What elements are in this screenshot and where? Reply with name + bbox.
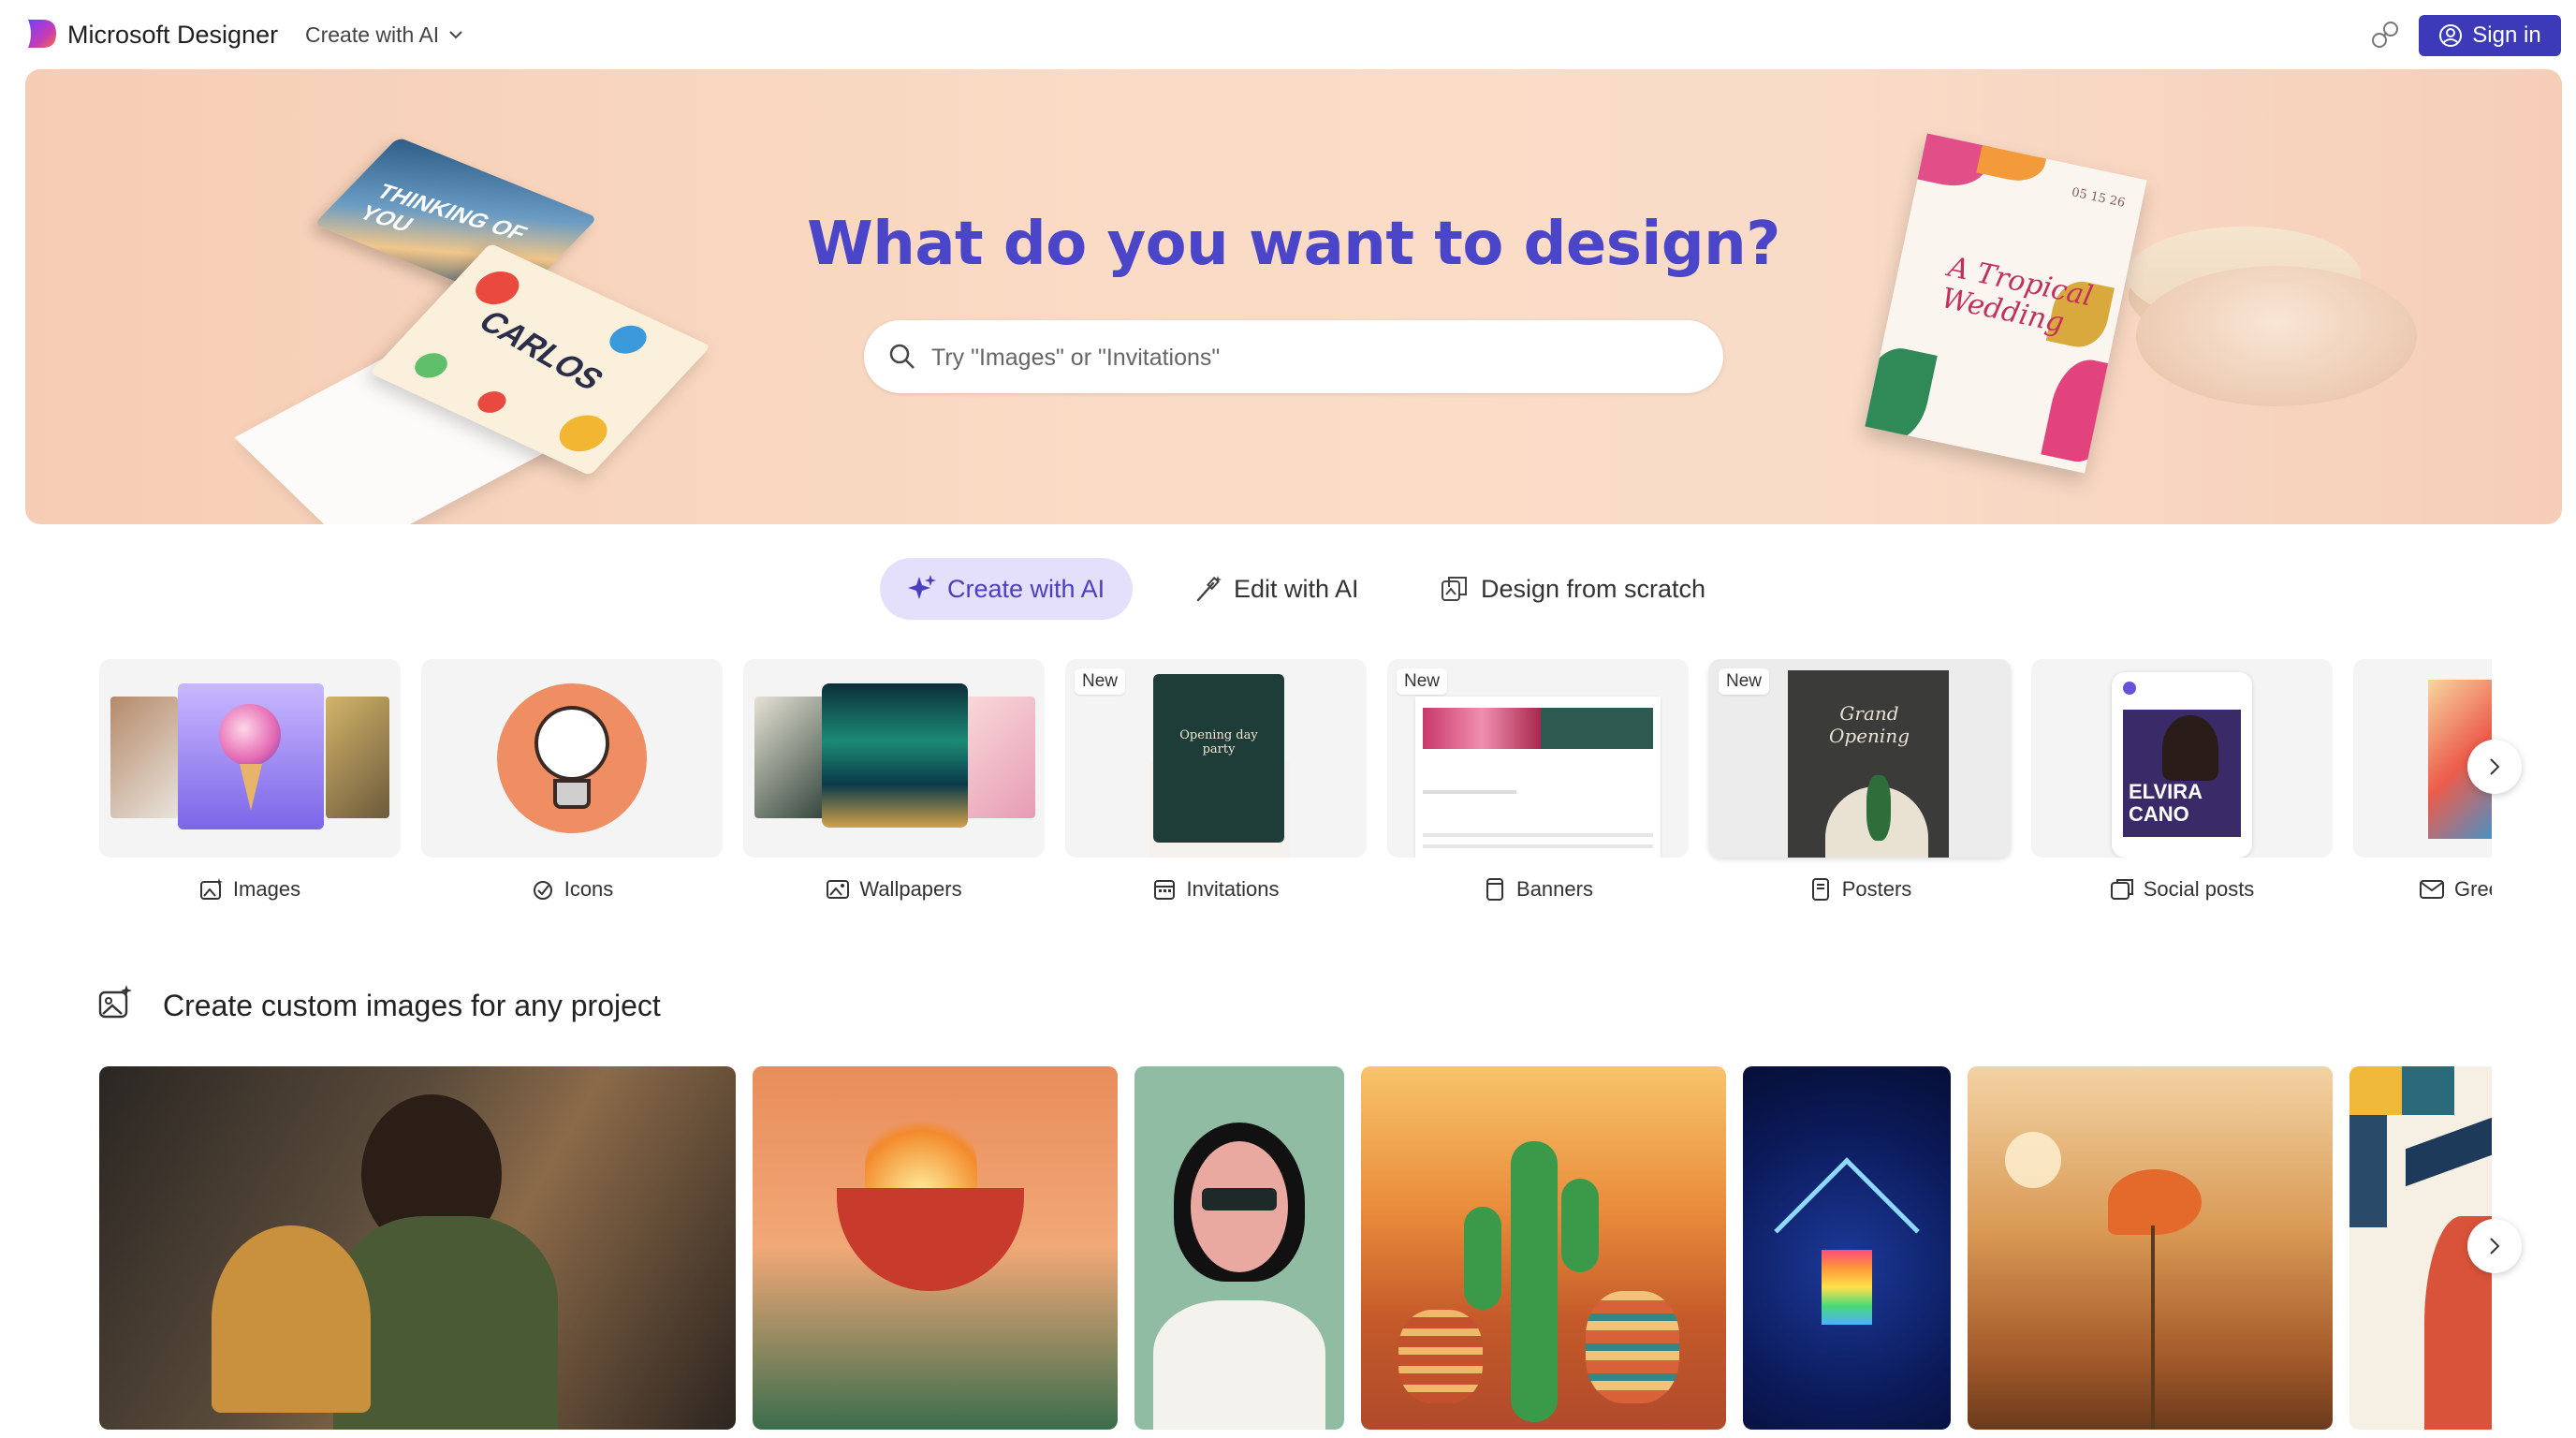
tab-label: Design from scratch [1481, 574, 1706, 603]
search-bar[interactable] [864, 320, 1723, 393]
gallery-image-poppy[interactable] [1968, 1066, 2333, 1430]
magic-wand-icon [1196, 576, 1222, 602]
connect-icon[interactable] [2366, 17, 2404, 52]
tab-label: Create with AI [947, 574, 1105, 603]
category-label-text: Icons [564, 877, 614, 901]
pedestal-illustration [2136, 266, 2417, 406]
category-greeting-cards[interactable]: Gree [2353, 659, 2492, 908]
calendar-icon [1154, 880, 1176, 900]
category-wallpapers[interactable]: Wallpapers [743, 659, 1045, 908]
mail-icon [2420, 880, 2444, 899]
poster-thumb-text: Grand Opening [1829, 702, 1910, 747]
social-post-icon [2110, 879, 2133, 900]
category-posters[interactable]: Grand Opening New Posters [1709, 659, 2011, 908]
sign-in-label: Sign in [2472, 22, 2541, 48]
chevron-right-icon [2490, 1238, 2500, 1255]
category-label-text: Banners [1516, 877, 1593, 901]
category-thumbnail [421, 659, 723, 858]
category-banners[interactable]: New Banners [1387, 659, 1689, 908]
category-label-text: Invitations [1186, 877, 1280, 901]
gallery-image-grill[interactable] [753, 1066, 1118, 1430]
gallery-image-cactus[interactable] [1361, 1066, 1726, 1430]
image-gallery [99, 1066, 2492, 1431]
mode-dropdown[interactable]: Create with AI [305, 19, 463, 51]
sign-in-button[interactable]: Sign in [2419, 15, 2561, 56]
category-thumbnail: New [1387, 659, 1689, 858]
category-label: Images [99, 871, 401, 908]
new-badge: New [1719, 668, 1770, 695]
category-images[interactable]: Images [99, 659, 401, 908]
search-input[interactable] [929, 330, 1701, 386]
category-icons[interactable]: Icons [421, 659, 723, 908]
image-sparkle-icon [98, 985, 132, 1019]
hero-banner: THINKING OF YOU CARLOS What do you want … [25, 69, 2562, 524]
section-title: Create custom images for any project [163, 989, 661, 1022]
category-social-posts[interactable]: ELVIRA CANO Social posts [2031, 659, 2333, 908]
social-thumb-text: ELVIRA CANO [2129, 780, 2203, 826]
new-badge: New [1075, 668, 1126, 695]
category-label: Wallpapers [743, 871, 1045, 908]
chevron-down-icon [449, 31, 462, 39]
category-label-text: Gree [2454, 877, 2492, 901]
tab-design-from-scratch[interactable]: Design from scratch [1412, 558, 1734, 620]
card2-text: CARLOS [470, 304, 612, 397]
top-bar: Microsoft Designer Create with AI Sign i… [0, 0, 2576, 69]
category-carousel: Images Icons Wallpapers Opening day part… [99, 659, 2492, 914]
category-thumbnail: ELVIRA CANO [2031, 659, 2333, 858]
category-label: Posters [1709, 871, 2011, 908]
invite-title-text: A Tropical Wedding [1939, 250, 2096, 340]
design-icon [1442, 577, 1467, 601]
user-icon [2439, 24, 2463, 47]
designer-logo-icon[interactable] [24, 18, 58, 50]
app-title[interactable]: Microsoft Designer [67, 19, 278, 51]
category-carousel-next-button[interactable] [2467, 740, 2522, 794]
icon-shape-icon [533, 881, 552, 900]
category-label-text: Images [232, 877, 301, 901]
tab-edit-with-ai[interactable]: Edit with AI [1164, 558, 1387, 620]
category-thumbnail [743, 659, 1045, 858]
new-badge: New [1397, 668, 1448, 695]
category-label: Social posts [2031, 871, 2333, 908]
banner-icon [1486, 878, 1504, 901]
image-icon [199, 878, 223, 900]
sparkle-icon [908, 575, 936, 599]
category-label: Invitations [1065, 871, 1367, 908]
invite-date-text: 05 15 26 [2070, 185, 2127, 211]
mode-dropdown-label: Create with AI [305, 22, 440, 47]
category-invitations[interactable]: Opening day party New Invitations [1065, 659, 1367, 908]
gallery-next-button[interactable] [2467, 1219, 2522, 1273]
category-label: Gree [2353, 871, 2492, 908]
gallery-image-portrait[interactable] [1134, 1066, 1344, 1430]
category-label-text: Wallpapers [859, 877, 962, 901]
chevron-right-icon [2490, 758, 2500, 775]
category-label-text: Posters [1841, 877, 1912, 901]
poster-icon [1811, 878, 1829, 901]
category-label: Icons [421, 871, 723, 908]
category-thumbnail: Opening day party New [1065, 659, 1367, 858]
tab-create-with-ai[interactable]: Create with AI [880, 558, 1134, 620]
wallpaper-icon [827, 880, 850, 899]
tropical-wedding-invite-illustration: 05 15 26 A Tropical Wedding [1865, 133, 2147, 474]
category-thumbnail: Grand Opening New [1709, 659, 2011, 858]
category-thumbnail [99, 659, 401, 858]
invite-thumb-text: Opening day party [1179, 728, 1258, 756]
search-icon [889, 344, 915, 369]
category-label-text: Social posts [2143, 877, 2255, 901]
gallery-image-reading[interactable] [99, 1066, 736, 1430]
category-label: Banners [1387, 871, 1689, 908]
gallery-image-neon-house[interactable] [1743, 1066, 1951, 1430]
tab-label: Edit with AI [1234, 574, 1359, 603]
mode-tabs: Create with AI Edit with AI Design from … [0, 558, 2576, 624]
